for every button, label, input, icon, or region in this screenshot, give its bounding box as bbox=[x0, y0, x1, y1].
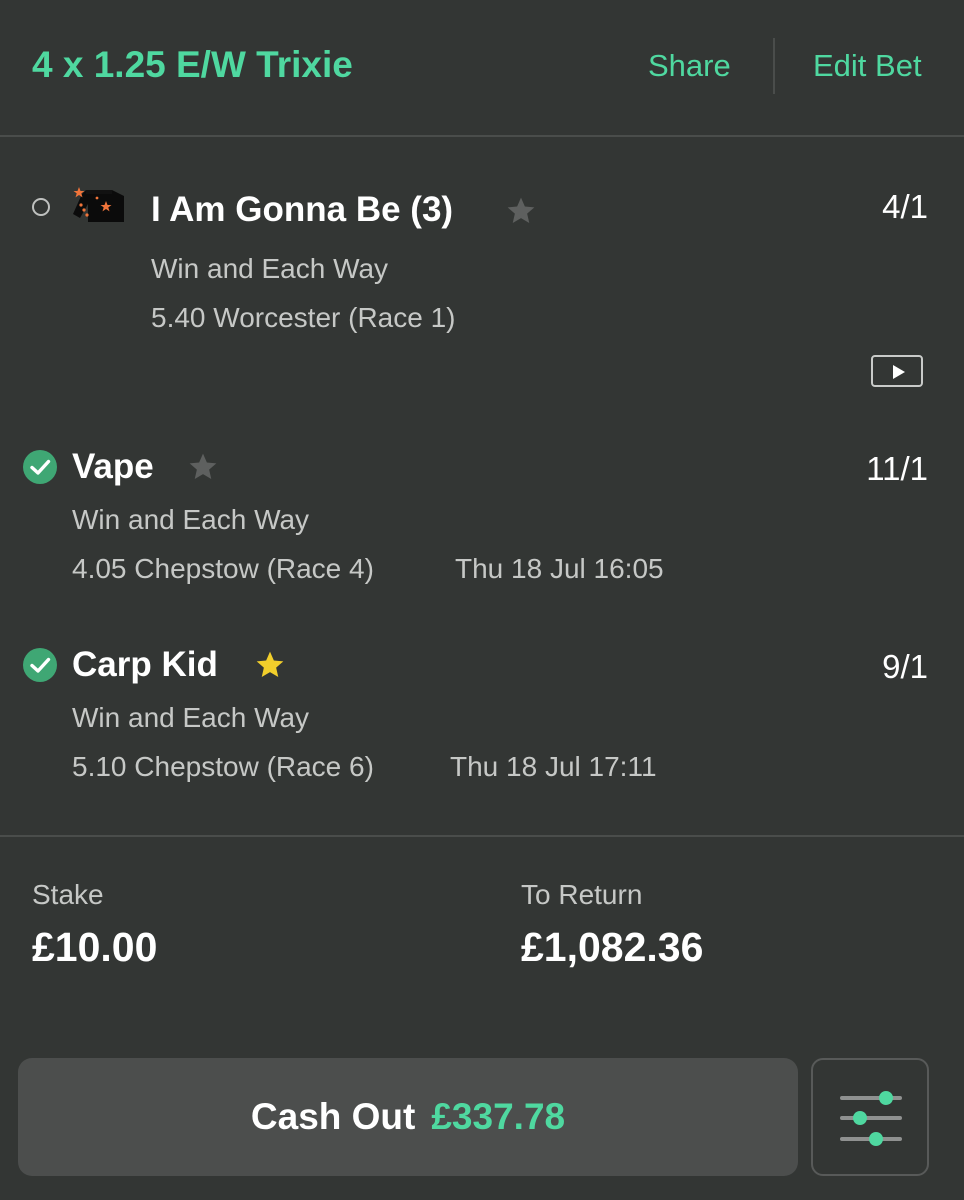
selection-name: Carp Kid bbox=[72, 645, 218, 684]
cash-out-button[interactable]: Cash Out £337.78 bbox=[18, 1058, 798, 1176]
selection-race: 5.10 Chepstow (Race 6) bbox=[72, 751, 374, 782]
selections-separator bbox=[0, 835, 964, 837]
cash-out-label: Cash Out bbox=[250, 1096, 416, 1137]
selection-race: 5.40 Worcester (Race 1) bbox=[151, 302, 456, 333]
bet-title: 4 x 1.25 E/W Trixie bbox=[32, 44, 353, 85]
stake-label: Stake bbox=[32, 879, 104, 910]
selection-bet-type: Win and Each Way bbox=[72, 702, 310, 733]
cash-out-value: £337.78 bbox=[431, 1096, 566, 1137]
return-value: £1,082.36 bbox=[521, 924, 704, 970]
selection-bet-type: Win and Each Way bbox=[151, 253, 389, 284]
return-label: To Return bbox=[521, 879, 643, 910]
selection-time: Thu 18 Jul 16:05 bbox=[455, 553, 664, 584]
check-icon bbox=[23, 648, 57, 682]
jockey-silks-icon bbox=[72, 184, 126, 224]
selection-bet-type: Win and Each Way bbox=[72, 504, 310, 535]
check-icon bbox=[23, 450, 57, 484]
selection-time: Thu 18 Jul 17:11 bbox=[450, 751, 657, 782]
selection-odds: 9/1 bbox=[882, 648, 928, 685]
selection-name: Vape bbox=[72, 447, 154, 486]
video-play-button[interactable] bbox=[871, 355, 923, 387]
share-button[interactable]: Share bbox=[648, 48, 731, 84]
selection-odds: 11/1 bbox=[866, 450, 928, 487]
sliders-icon bbox=[840, 1091, 902, 1146]
pending-status-icon bbox=[32, 198, 50, 216]
selection-race: 4.05 Chepstow (Race 4) bbox=[72, 553, 374, 584]
video-play-icon bbox=[893, 365, 905, 379]
selection-odds: 4/1 bbox=[882, 188, 928, 225]
stake-value: £10.00 bbox=[32, 924, 158, 970]
star-icon[interactable] bbox=[505, 195, 537, 227]
star-icon[interactable] bbox=[254, 649, 286, 681]
cash-out-settings-button[interactable] bbox=[811, 1058, 929, 1176]
header-separator bbox=[0, 135, 964, 137]
selection-name: I Am Gonna Be (3) bbox=[151, 190, 454, 229]
star-icon[interactable] bbox=[187, 451, 219, 483]
header-divider bbox=[773, 38, 775, 94]
edit-bet-button[interactable]: Edit Bet bbox=[813, 48, 922, 84]
